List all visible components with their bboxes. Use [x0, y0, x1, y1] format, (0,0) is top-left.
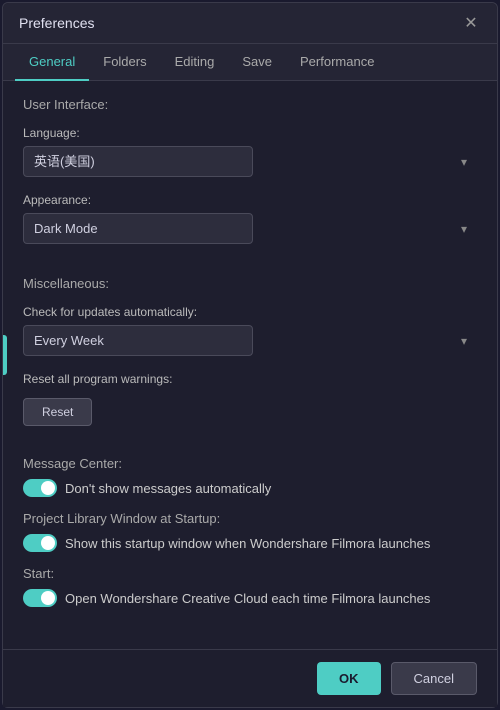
message-center-toggle-knob	[41, 481, 55, 495]
misc-section-label: Miscellaneous:	[23, 276, 477, 291]
reset-button[interactable]: Reset	[23, 398, 92, 426]
message-center-toggle[interactable]	[23, 479, 57, 497]
tab-save[interactable]: Save	[228, 44, 286, 81]
reset-warnings-label: Reset all program warnings:	[23, 372, 477, 386]
updates-label: Check for updates automatically:	[23, 305, 477, 319]
dialog-title: Preferences	[19, 15, 94, 31]
start-label: Start:	[23, 566, 477, 581]
updates-select-arrow: ▾	[461, 334, 467, 348]
ok-button[interactable]: OK	[317, 662, 381, 695]
message-center-toggle-label: Don't show messages automatically	[65, 481, 271, 496]
message-center-label: Message Center:	[23, 456, 477, 471]
project-library-toggle-label: Show this startup window when Wondershar…	[65, 536, 430, 551]
language-select[interactable]: 英语(美国) 中文(简体) 中文(繁體) 日本語	[23, 146, 253, 177]
preferences-dialog: Preferences ✕ General Folders Editing Sa…	[2, 2, 498, 708]
tab-bar: General Folders Editing Save Performance	[3, 44, 497, 81]
language-label: Language:	[23, 126, 477, 140]
ui-section-label: User Interface:	[23, 97, 477, 112]
appearance-select-arrow: ▾	[461, 222, 467, 236]
language-select-wrapper: 英语(美国) 中文(简体) 中文(繁體) 日本語 ▾	[23, 146, 477, 177]
cancel-button[interactable]: Cancel	[391, 662, 477, 695]
language-select-arrow: ▾	[461, 155, 467, 169]
appearance-select[interactable]: Dark Mode Light Mode System Default	[23, 213, 253, 244]
appearance-label: Appearance:	[23, 193, 477, 207]
message-center-toggle-row: Don't show messages automatically	[23, 479, 477, 497]
misc-section: Miscellaneous: Check for updates automat…	[23, 260, 477, 607]
tab-performance[interactable]: Performance	[286, 44, 388, 81]
close-button[interactable]: ✕	[461, 13, 481, 33]
content-area: User Interface: Language: 英语(美国) 中文(简体) …	[3, 81, 497, 649]
footer: OK Cancel	[3, 649, 497, 707]
updates-select[interactable]: Every Day Every Week Every Month Never	[23, 325, 253, 356]
title-bar: Preferences ✕	[3, 3, 497, 44]
project-library-toggle[interactable]	[23, 534, 57, 552]
tab-folders[interactable]: Folders	[89, 44, 160, 81]
updates-select-wrapper: Every Day Every Week Every Month Never ▾	[23, 325, 477, 356]
project-library-toggle-knob	[41, 536, 55, 550]
project-library-label: Project Library Window at Startup:	[23, 511, 477, 526]
start-toggle-row: Open Wondershare Creative Cloud each tim…	[23, 589, 477, 607]
start-toggle-knob	[41, 591, 55, 605]
tab-general[interactable]: General	[15, 44, 89, 81]
start-toggle-label: Open Wondershare Creative Cloud each tim…	[65, 591, 430, 606]
tab-editing[interactable]: Editing	[161, 44, 229, 81]
start-toggle[interactable]	[23, 589, 57, 607]
appearance-select-wrapper: Dark Mode Light Mode System Default ▾	[23, 213, 477, 244]
project-library-toggle-row: Show this startup window when Wondershar…	[23, 534, 477, 552]
left-accent	[3, 335, 7, 375]
